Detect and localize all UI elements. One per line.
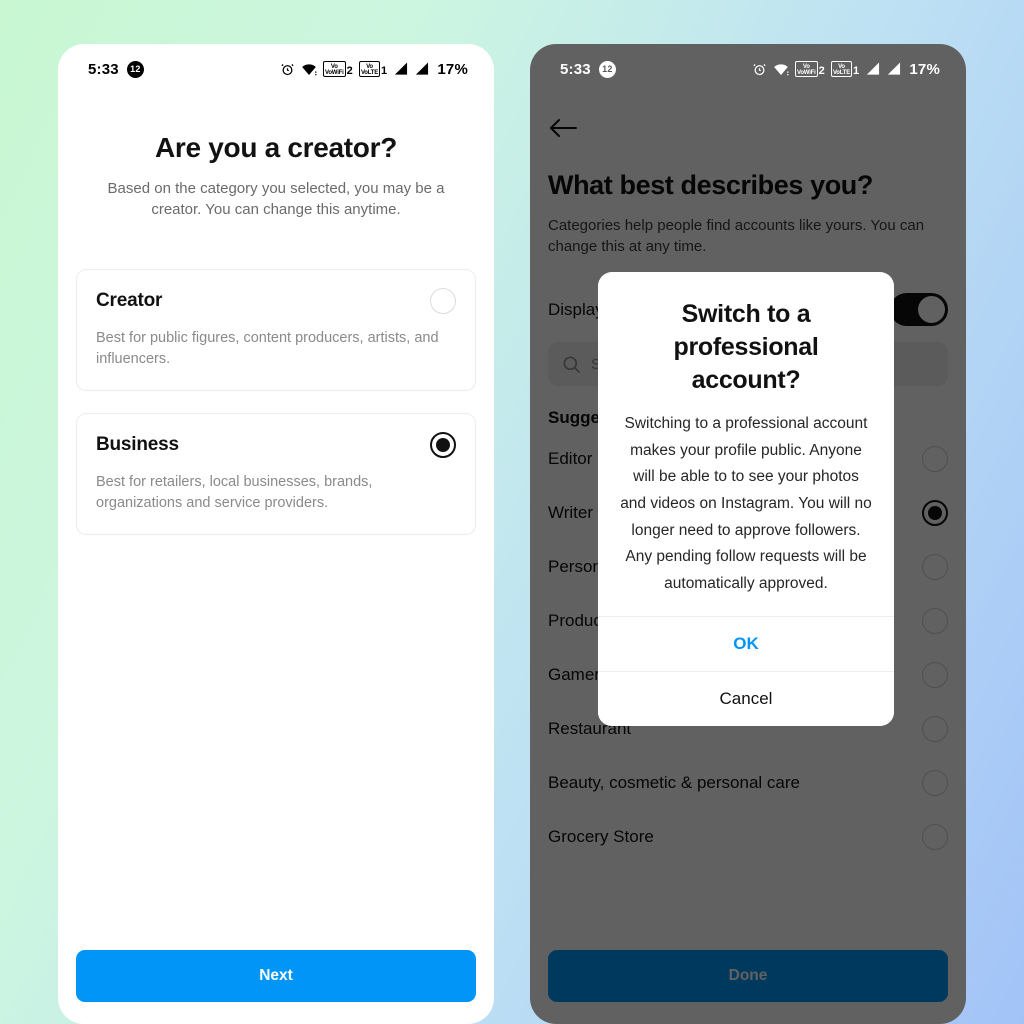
vowifi-sim-number: 2 — [346, 65, 353, 77]
battery-percent: 17% — [909, 60, 940, 78]
vowifi-sim-number: 2 — [818, 65, 825, 77]
volte-label: VoLTE — [360, 69, 379, 76]
dialog-ok-button[interactable]: OK — [598, 616, 894, 671]
volte-label: VoLTE — [832, 69, 851, 76]
radio-creator[interactable] — [430, 287, 456, 314]
volte-icon: Vo VoLTE 1 — [358, 61, 388, 77]
option-desc-creator: Best for public figures, content produce… — [96, 329, 439, 367]
signal-bars-icon-1 — [393, 62, 408, 76]
option-card-creator[interactable]: Creator Best for public figures, content… — [76, 268, 476, 391]
status-bar-right-group: Vo VoWiFi 2 Vo VoLTE 1 17% — [752, 61, 940, 78]
option-desc-business: Best for retailers, local businesses, br… — [96, 473, 373, 511]
status-time: 5:33 — [560, 60, 591, 78]
vowifi-label: VoWiFi — [796, 69, 816, 76]
page-subtitle: Based on the category you selected, you … — [107, 180, 445, 219]
vowifi-label: VoWiFi — [324, 69, 344, 76]
vowifi-icon: Vo VoWiFi 2 — [794, 61, 825, 77]
dialog-title: Switch to a professional account? — [673, 300, 819, 394]
status-time: 5:33 — [88, 60, 119, 78]
volte-sim-number: 1 — [381, 65, 388, 77]
alarm-icon — [752, 62, 767, 77]
wifi-icon — [773, 63, 789, 76]
status-bar-right-group: Vo VoWiFi 2 Vo VoLTE 1 17% — [280, 61, 468, 78]
status-bar-left-group: 5:33 12 — [560, 60, 616, 78]
phone-left: 5:33 12 Vo VoWiFi 2 Vo VoLTE 1 17% Are y… — [58, 44, 494, 1024]
signal-bars-icon-1 — [865, 62, 880, 76]
left-spacer — [76, 535, 476, 936]
dialog-cancel-button[interactable]: Cancel — [598, 671, 894, 726]
status-bar-left: 5:33 12 Vo VoWiFi 2 Vo VoLTE 1 17% — [58, 44, 494, 94]
page-title: Are you a creator? — [154, 132, 398, 163]
next-button[interactable]: Next — [76, 950, 476, 1002]
alarm-icon — [280, 62, 295, 77]
option-card-business[interactable]: Business Best for retailers, local busin… — [76, 412, 476, 535]
signal-bars-icon-2 — [414, 62, 429, 76]
notification-badge: 12 — [126, 60, 144, 78]
switch-account-dialog: Switch to a professional account? Switch… — [598, 272, 894, 726]
left-screen: 5:33 12 Vo VoWiFi 2 Vo VoLTE 1 17% Are y… — [58, 44, 494, 1024]
vowifi-icon: Vo VoWiFi 2 — [322, 61, 353, 77]
volte-icon: Vo VoLTE 1 — [830, 61, 860, 77]
left-content: Are you a creator? Based on the category… — [58, 94, 494, 936]
signal-bars-icon-2 — [886, 62, 901, 76]
radio-business[interactable] — [430, 431, 456, 458]
notification-badge: 12 — [598, 60, 616, 78]
option-title-creator: Creator — [96, 289, 163, 311]
left-cta-wrap: Next — [58, 936, 494, 1024]
battery-percent: 17% — [437, 60, 468, 78]
dialog-body: Switch to a professional account? Switch… — [598, 272, 894, 616]
wifi-icon — [301, 63, 317, 76]
status-bar-left-group: 5:33 12 — [88, 60, 144, 78]
option-title-business: Business — [96, 433, 179, 455]
dialog-message: Switching to a professional account make… — [620, 415, 872, 592]
status-bar-right: 5:33 12 Vo VoWiFi 2 Vo VoLTE 1 17% — [530, 44, 966, 94]
volte-sim-number: 1 — [853, 65, 860, 77]
